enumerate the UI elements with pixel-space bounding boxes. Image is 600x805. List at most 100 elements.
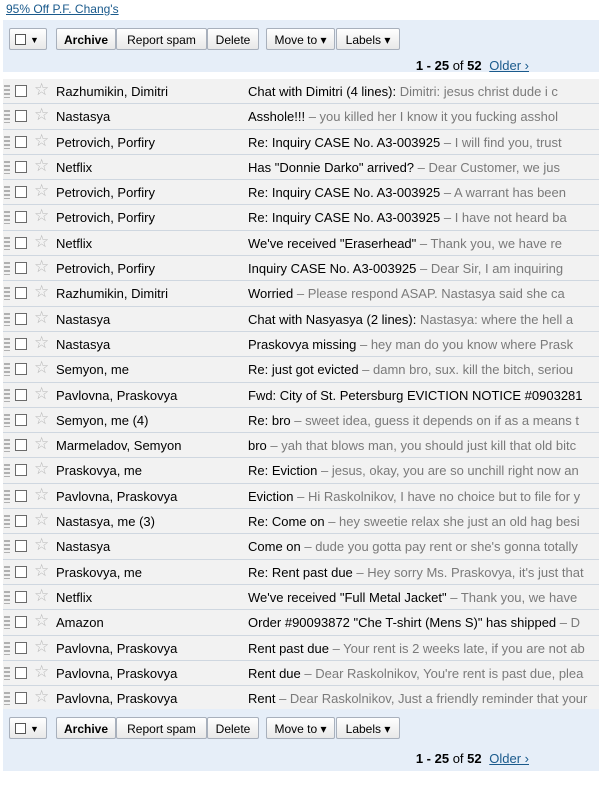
message-row[interactable]: ☆ Semyon, me (4) Re: bro – sweet idea, gue… [3, 407, 599, 434]
drag-handle-icon[interactable] [4, 337, 10, 351]
row-checkbox[interactable] [15, 590, 27, 603]
drag-handle-icon[interactable] [4, 262, 10, 276]
row-checkbox[interactable] [15, 489, 27, 502]
star-icon[interactable]: ☆ [34, 637, 49, 657]
drag-handle-icon[interactable] [4, 489, 10, 503]
report-spam-button[interactable]: Report spam [116, 28, 207, 50]
row-checkbox[interactable] [15, 565, 27, 578]
star-icon[interactable]: ☆ [34, 333, 49, 353]
star-icon[interactable]: ☆ [34, 105, 49, 125]
row-checkbox[interactable] [15, 388, 27, 401]
message-row[interactable]: ☆ Nastasya, me (3) Re: Come on – hey sweet… [3, 509, 599, 535]
drag-handle-icon[interactable] [4, 641, 10, 655]
drag-handle-icon[interactable] [4, 135, 10, 149]
message-row[interactable]: ☆ Praskovya, me Re: Eviction – jesus, okay… [3, 458, 599, 484]
star-icon[interactable]: ☆ [34, 485, 49, 505]
row-checkbox[interactable] [15, 186, 27, 199]
row-checkbox[interactable] [15, 337, 27, 350]
star-icon[interactable]: ☆ [34, 282, 49, 302]
drag-handle-icon[interactable] [4, 590, 10, 604]
message-row[interactable]: ☆ Pavlovna, Praskovya Rent due – Dear Rask… [3, 660, 599, 687]
message-row[interactable]: ☆ Semyon, me Re: just got evicted – damn b… [3, 357, 599, 383]
row-checkbox[interactable] [15, 110, 27, 123]
labels-button[interactable]: Labels ▾ [336, 717, 400, 739]
star-icon[interactable]: ☆ [34, 181, 49, 201]
drag-handle-icon[interactable] [4, 464, 10, 478]
star-icon[interactable]: ☆ [34, 510, 49, 530]
ad-link[interactable]: 95% Off P.F. Chang's [6, 2, 119, 16]
row-checkbox[interactable] [15, 666, 27, 679]
move-to-button[interactable]: Move to ▾ [266, 28, 335, 50]
star-icon[interactable]: ☆ [34, 586, 49, 606]
row-checkbox[interactable] [15, 464, 27, 477]
drag-handle-icon[interactable] [4, 439, 10, 453]
message-row[interactable]: ☆ Pavlovna, Praskovya Rent past due – Your… [3, 635, 599, 661]
drag-handle-icon[interactable] [4, 110, 10, 124]
older-link[interactable]: Older › [489, 58, 529, 73]
message-row[interactable]: ☆ Pavlovna, Praskovya Rent – Dear Raskolni… [3, 686, 599, 712]
message-row[interactable]: ☆ Pavlovna, Praskovya Eviction – Hi Raskol… [3, 483, 599, 510]
select-dropdown-button[interactable]: ▼ [9, 717, 47, 739]
drag-handle-icon[interactable] [4, 236, 10, 250]
row-checkbox[interactable] [15, 262, 27, 275]
drag-handle-icon[interactable] [4, 616, 10, 630]
drag-handle-icon[interactable] [4, 515, 10, 529]
drag-handle-icon[interactable] [4, 85, 10, 98]
message-row[interactable]: ☆ Nastasya Asshole!!! – you killed her I k… [3, 104, 599, 130]
star-icon[interactable]: ☆ [34, 80, 49, 100]
row-checkbox[interactable] [15, 160, 27, 173]
star-icon[interactable]: ☆ [34, 206, 49, 226]
message-row[interactable]: ☆ Marmeladov, Semyon bro – yah that blows … [3, 433, 599, 459]
star-icon[interactable]: ☆ [34, 156, 49, 176]
star-icon[interactable]: ☆ [34, 232, 49, 252]
star-icon[interactable]: ☆ [34, 384, 49, 404]
drag-handle-icon[interactable] [4, 363, 10, 377]
row-checkbox[interactable] [15, 439, 27, 452]
row-checkbox[interactable] [15, 85, 27, 97]
move-to-button[interactable]: Move to ▾ [266, 717, 335, 739]
star-icon[interactable]: ☆ [34, 611, 49, 631]
star-icon[interactable]: ☆ [34, 131, 49, 151]
drag-handle-icon[interactable] [4, 312, 10, 326]
row-checkbox[interactable] [15, 312, 27, 325]
report-spam-button[interactable]: Report spam [116, 717, 207, 739]
message-row[interactable]: ☆ Praskovya, me Re: Rent past due – Hey so… [3, 559, 599, 585]
drag-handle-icon[interactable] [4, 666, 10, 680]
drag-handle-icon[interactable] [4, 388, 10, 402]
drag-handle-icon[interactable] [4, 413, 10, 427]
star-icon[interactable]: ☆ [34, 459, 49, 479]
message-row[interactable]: ☆ Pavlovna, Praskovya Fwd: City of St. Pet… [3, 382, 599, 408]
archive-button[interactable]: Archive [56, 717, 116, 739]
drag-handle-icon[interactable] [4, 540, 10, 554]
star-icon[interactable]: ☆ [34, 358, 49, 378]
message-row[interactable]: ☆ Petrovich, Porfiry Re: Inquiry CASE No. … [3, 205, 599, 231]
row-checkbox[interactable] [15, 641, 27, 654]
archive-button[interactable]: Archive [56, 28, 116, 50]
star-icon[interactable]: ☆ [34, 561, 49, 581]
labels-button[interactable]: Labels ▾ [336, 28, 400, 50]
row-checkbox[interactable] [15, 692, 27, 705]
drag-handle-icon[interactable] [4, 287, 10, 301]
select-dropdown-button[interactable]: ▼ [9, 28, 47, 50]
drag-handle-icon[interactable] [4, 186, 10, 200]
message-row[interactable]: ☆ Netflix Has "Donnie Darko" arrived? – De… [3, 154, 599, 181]
message-row[interactable]: ☆ Nastasya Come on – dude you gotta pay re… [3, 534, 599, 560]
star-icon[interactable]: ☆ [34, 535, 49, 555]
star-icon[interactable]: ☆ [34, 257, 49, 277]
row-checkbox[interactable] [15, 515, 27, 528]
row-checkbox[interactable] [15, 363, 27, 376]
row-checkbox[interactable] [15, 135, 27, 148]
message-row[interactable]: ☆ Netflix We've received "Eraserhead" – Th… [3, 230, 599, 257]
message-row[interactable]: ☆ Amazon Order #90093872 "Che T-shirt (Men… [3, 610, 599, 636]
star-icon[interactable]: ☆ [34, 687, 49, 707]
message-row[interactable]: ☆ Netflix We've received "Full Metal Jacke… [3, 584, 599, 611]
delete-button[interactable]: Delete [207, 717, 259, 739]
row-checkbox[interactable] [15, 236, 27, 249]
message-row[interactable]: ☆ Petrovich, Porfiry Re: Inquiry CASE No. … [3, 129, 599, 155]
star-icon[interactable]: ☆ [34, 308, 49, 328]
star-icon[interactable]: ☆ [34, 409, 49, 429]
row-checkbox[interactable] [15, 287, 27, 300]
star-icon[interactable]: ☆ [34, 434, 49, 454]
drag-handle-icon[interactable] [4, 565, 10, 579]
delete-button[interactable]: Delete [207, 28, 259, 50]
